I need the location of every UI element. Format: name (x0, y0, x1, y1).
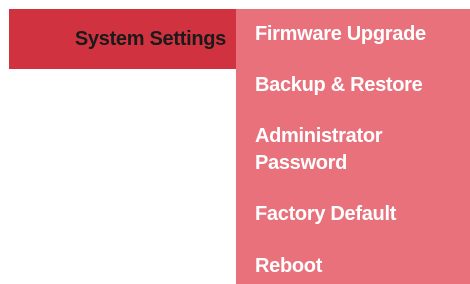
system-settings-submenu: Firmware Upgrade Backup & Restore Admini… (236, 9, 470, 284)
submenu-item-factory-default[interactable]: Factory Default (255, 201, 396, 228)
menu-item-system-settings-label: System Settings (74, 27, 226, 50)
submenu-item-administrator-password[interactable]: Administrator Password (255, 123, 455, 177)
submenu-item-reboot[interactable]: Reboot (255, 253, 322, 280)
menu-item-system-settings[interactable]: System Settings (9, 9, 236, 69)
submenu-item-backup-restore[interactable]: Backup & Restore (255, 72, 423, 99)
settings-menu: System Settings Firmware Upgrade Backup … (0, 0, 470, 284)
submenu-item-firmware-upgrade[interactable]: Firmware Upgrade (255, 21, 426, 48)
